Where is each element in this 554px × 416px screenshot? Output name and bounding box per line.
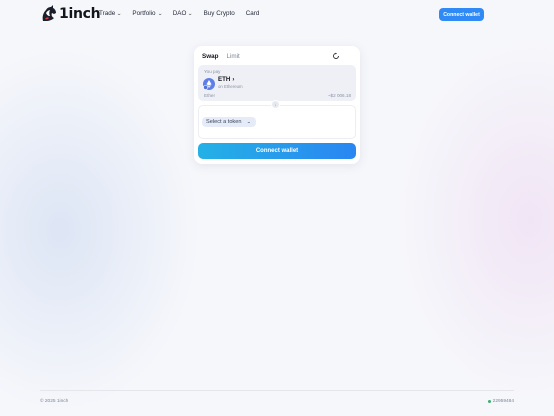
nav-label: Card [245, 10, 260, 17]
you-pay-label: You pay [204, 69, 221, 74]
status-dot-icon [487, 400, 491, 403]
nav-card[interactable]: Card [246, 10, 260, 17]
token-selector-eth[interactable]: ETH › [218, 76, 234, 83]
unicorn-logo-icon [42, 5, 56, 21]
logo[interactable]: 1inch [40, 5, 101, 23]
nav-label: Trade [99, 10, 116, 17]
select-token-button[interactable]: Select a token ⌄ [202, 117, 257, 127]
chevron-down-icon: ⌄ [246, 119, 252, 124]
connect-wallet-header-button[interactable]: Connect wallet [439, 8, 484, 21]
block-number: 22959484 [492, 399, 514, 404]
swap-direction-button[interactable]: ↓ [271, 100, 280, 109]
select-token-label: Select a token [206, 119, 242, 125]
nav-portfolio[interactable]: Portfolio ⌄ [132, 10, 163, 17]
top-header: 1inch Trade ⌄ Portfolio ⌄ DAO ⌄ Buy Cryp… [0, 0, 554, 30]
main-nav: Trade ⌄ Portfolio ⌄ DAO ⌄ Buy Crypto Car… [99, 10, 259, 17]
block-status[interactable]: 22959484 [487, 399, 514, 404]
logo-text: 1inch [59, 6, 101, 22]
nav-dao[interactable]: DAO ⌄ [173, 10, 193, 17]
nav-trade[interactable]: Trade ⌄ [99, 10, 123, 17]
copyright-text: © 2025 1inch [40, 399, 69, 404]
refresh-icon[interactable] [332, 52, 340, 60]
nav-buy-crypto[interactable]: Buy Crypto [204, 10, 235, 17]
you-receive-panel[interactable]: Select a token ⌄ [198, 105, 356, 139]
you-pay-panel[interactable]: You pay ETH › on Ethereum Ether ~$2 006.… [198, 65, 356, 101]
swap-card: Swap Limit You pay ETH › on Ethereum Eth… [194, 46, 360, 164]
nav-label: DAO [172, 10, 187, 17]
chevron-down-icon: ⌄ [116, 10, 123, 17]
nav-label: Buy Crypto [203, 10, 235, 17]
chevron-down-icon: ⌄ [187, 10, 194, 17]
chevron-right-icon: › [232, 76, 235, 83]
footer-divider [40, 390, 514, 391]
chevron-down-icon: ⌄ [156, 10, 163, 17]
ethereum-icon [203, 78, 215, 90]
tab-swap[interactable]: Swap [202, 53, 218, 60]
tab-limit[interactable]: Limit [226, 53, 239, 60]
token-full-name: Ether [204, 93, 215, 98]
nav-label: Portfolio [132, 10, 156, 17]
swap-tabs: Swap Limit [202, 53, 240, 60]
connect-wallet-button[interactable]: Connect wallet [198, 143, 356, 159]
token-network: on Ethereum [218, 84, 243, 89]
arrow-down-icon: ↓ [274, 102, 277, 107]
token-symbol: ETH [218, 76, 231, 83]
usd-value: ~$2 006.18 [327, 93, 351, 98]
